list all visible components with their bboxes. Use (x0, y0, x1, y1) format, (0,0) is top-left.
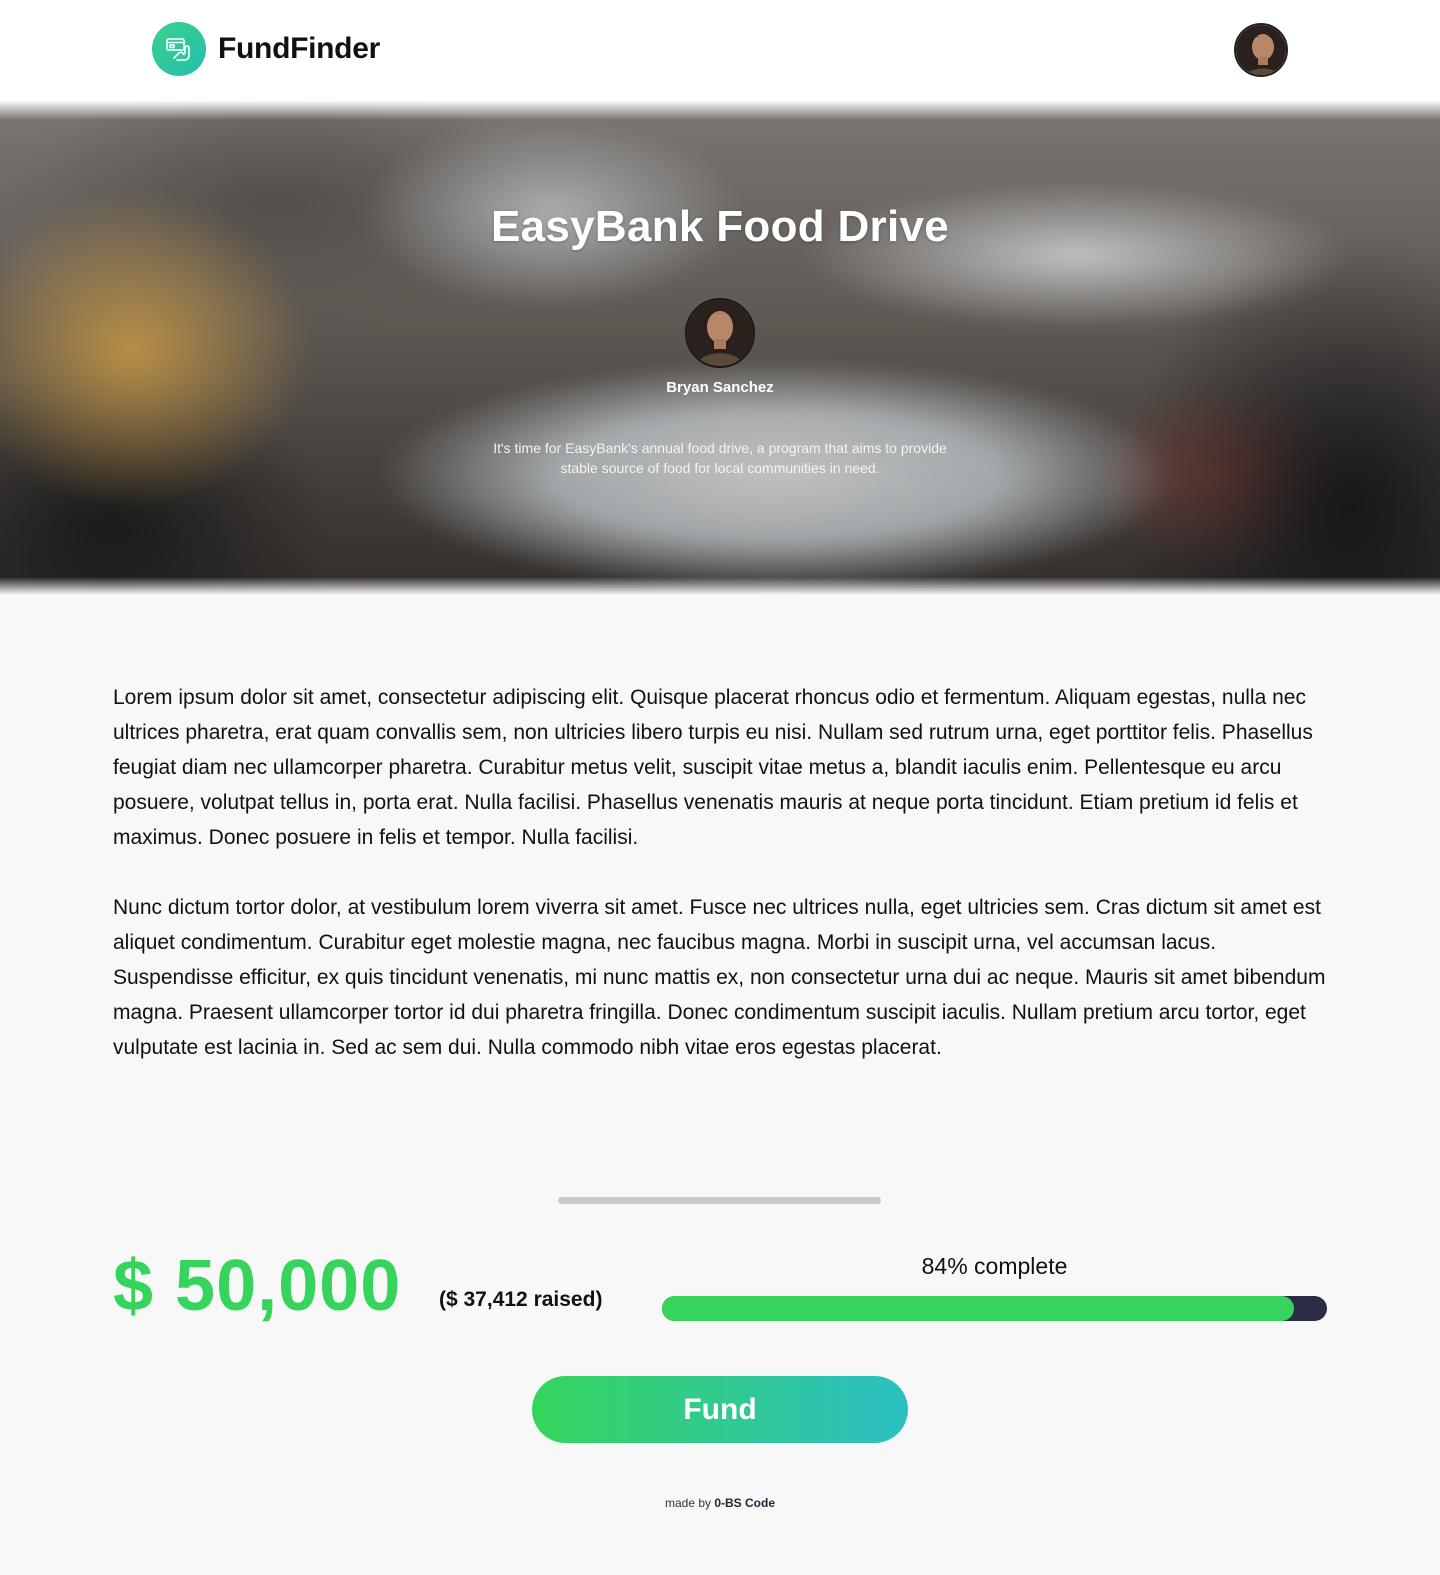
progress-bar-fill (662, 1296, 1294, 1321)
campaign-hero: EasyBank Food Drive Bryan Sanchez It's t… (0, 100, 1440, 595)
footer-author-link[interactable]: 0-BS Code (714, 1496, 775, 1510)
progress-label: 84% complete (921, 1253, 1068, 1279)
author-name: Bryan Sanchez (666, 379, 774, 396)
author-avatar (685, 298, 755, 368)
funding-goal: $ 50,000 (113, 1246, 402, 1326)
campaign-description: It's time for EasyBank's annual food dri… (493, 440, 947, 476)
top-navbar: FundFinder (0, 0, 1440, 100)
user-avatar[interactable] (1234, 23, 1288, 77)
body-paragraph: Lorem ipsum dolor sit amet, consectetur … (113, 686, 1313, 849)
section-divider (558, 1197, 881, 1204)
footer-credit-text: made by (664, 1496, 715, 1510)
brand-home-link[interactable]: FundFinder (152, 22, 380, 76)
body-paragraph: Nunc dictum tortor dolor, at vestibulum … (113, 896, 1326, 1059)
brand-name: FundFinder (218, 32, 380, 65)
card-hand-icon (152, 22, 206, 76)
footer: made by 0-BS Code (0, 1496, 1440, 1510)
campaign-body: Lorem ipsum dolor sit amet, consectetur … (113, 680, 1328, 1065)
campaign-title: EasyBank Food Drive (490, 202, 950, 251)
fund-button[interactable]: Fund (532, 1376, 908, 1443)
progress-bar (662, 1296, 1327, 1321)
amount-raised: ($ 37,412 raised) (439, 1288, 603, 1311)
